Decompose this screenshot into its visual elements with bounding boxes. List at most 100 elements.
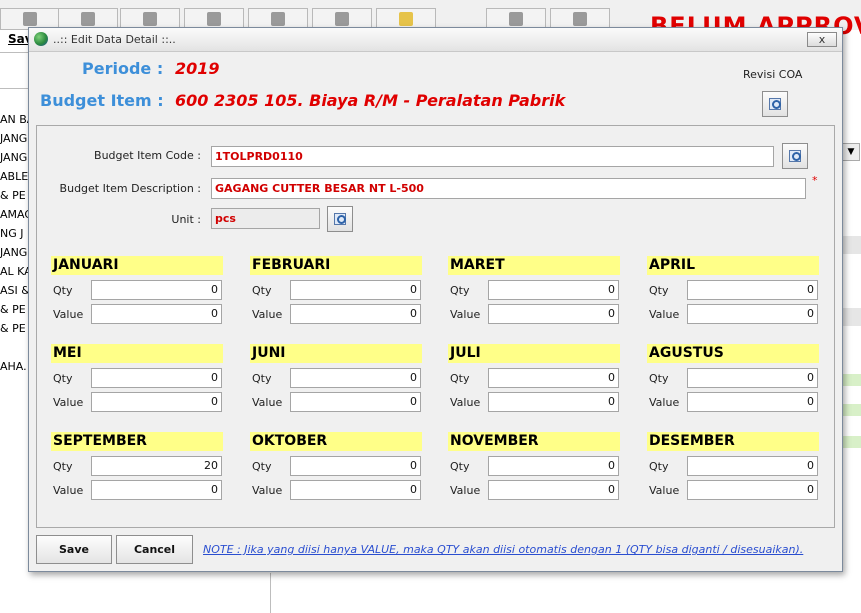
qty-input[interactable]: 0 xyxy=(488,368,619,388)
value-label: Value xyxy=(252,308,283,321)
month-header: DESEMBER xyxy=(647,432,819,451)
background-dropdown[interactable]: ▼ xyxy=(842,143,860,161)
dialog-title: ..:: Edit Data Detail ::.. xyxy=(53,33,176,46)
list-item xyxy=(0,338,30,357)
value-input[interactable]: 0 xyxy=(91,392,222,412)
qty-label: Qty xyxy=(252,284,272,297)
qty-input[interactable]: 20 xyxy=(91,456,222,476)
budget-item-code-field[interactable]: 1TOLPRD0110 xyxy=(211,146,774,167)
qty-label: Qty xyxy=(252,460,272,473)
save-button[interactable]: Save xyxy=(36,535,112,564)
list-item: AHA. xyxy=(0,360,27,373)
value-label: Value xyxy=(53,484,84,497)
close-icon: x xyxy=(818,33,826,46)
value-label: Value xyxy=(252,396,283,409)
month-header: JULI xyxy=(448,344,620,363)
month-april: APRIL Qty 0 Value 0 xyxy=(647,256,819,324)
close-button[interactable]: x xyxy=(807,32,837,47)
qty-label: Qty xyxy=(53,460,73,473)
revisi-coa-label: Revisi COA xyxy=(743,68,803,81)
list-item: JANG xyxy=(0,151,28,164)
month-header: MARET xyxy=(448,256,620,275)
value-input[interactable]: 0 xyxy=(488,304,619,324)
qty-input[interactable]: 0 xyxy=(290,280,421,300)
qty-input[interactable]: 0 xyxy=(488,280,619,300)
chevron-down-icon: ▼ xyxy=(847,147,855,157)
month-december: DESEMBER Qty 0 Value 0 xyxy=(647,432,819,500)
required-marker: * xyxy=(812,174,818,187)
value-input[interactable]: 0 xyxy=(687,392,818,412)
qty-label: Qty xyxy=(649,460,669,473)
qty-input[interactable]: 0 xyxy=(290,368,421,388)
print-icon xyxy=(207,12,221,26)
value-input[interactable]: 0 xyxy=(488,392,619,412)
budget-item-code-lookup-button[interactable] xyxy=(782,143,808,169)
budget-item-description-field[interactable]: GAGANG CUTTER BESAR NT L-500 xyxy=(211,178,806,199)
list-item: JANG xyxy=(0,132,28,145)
value-input[interactable]: 0 xyxy=(488,480,619,500)
budget-item-value: 600 2305 105. Biaya R/M - Peralatan Pabr… xyxy=(175,91,566,110)
list-item: & PE xyxy=(0,189,26,202)
list-item: AN BA xyxy=(0,113,30,126)
list-item: ASI & xyxy=(0,284,30,297)
month-january: JANUARI Qty 0 Value 0 xyxy=(51,256,223,324)
month-header: JANUARI xyxy=(51,256,223,275)
month-header: FEBRUARI xyxy=(250,256,422,275)
qty-input[interactable]: 0 xyxy=(687,280,818,300)
unit-field[interactable]: pcs xyxy=(211,208,320,229)
value-input[interactable]: 0 xyxy=(687,304,818,324)
cancel-button[interactable]: Cancel xyxy=(116,535,193,564)
periode-label: Periode : xyxy=(82,59,164,78)
qty-label: Qty xyxy=(649,284,669,297)
value-input[interactable]: 0 xyxy=(290,392,421,412)
divider xyxy=(0,88,28,89)
pencil-icon xyxy=(23,12,37,26)
qty-input[interactable]: 0 xyxy=(488,456,619,476)
qty-input[interactable]: 0 xyxy=(290,456,421,476)
month-july: JULI Qty 0 Value 0 xyxy=(448,344,620,412)
qty-label: Qty xyxy=(53,284,73,297)
value-input[interactable]: 0 xyxy=(91,480,222,500)
qty-input[interactable]: 0 xyxy=(687,368,818,388)
background-list: AN BA JANG JANG ABLE & PE AMAG NG J JANG… xyxy=(0,110,30,376)
unit-lookup-button[interactable] xyxy=(327,206,353,232)
qty-input[interactable]: 0 xyxy=(91,280,222,300)
qty-input[interactable]: 0 xyxy=(687,456,818,476)
month-header: AGUSTUS xyxy=(647,344,819,363)
month-header: APRIL xyxy=(647,256,819,275)
background-cell xyxy=(843,436,861,448)
month-february: FEBRUARI Qty 0 Value 0 xyxy=(250,256,422,324)
value-input[interactable]: 0 xyxy=(91,304,222,324)
budget-item-label: Budget Item : xyxy=(40,91,164,110)
value-label: Value xyxy=(450,396,481,409)
add-icon xyxy=(335,12,349,26)
month-may: MEI Qty 0 Value 0 xyxy=(51,344,223,412)
value-label: Value xyxy=(53,396,84,409)
budget-item-description-label: Budget Item Description : xyxy=(59,182,201,195)
month-header: SEPTEMBER xyxy=(51,432,223,451)
month-november: NOVEMBER Qty 0 Value 0 xyxy=(448,432,620,500)
search-icon xyxy=(334,213,346,225)
list-item: JANG xyxy=(0,246,28,259)
background-cell xyxy=(843,308,861,326)
periode-value: 2019 xyxy=(175,59,220,78)
divider xyxy=(270,573,271,613)
save-icon xyxy=(81,12,95,26)
export-icon xyxy=(509,12,523,26)
month-header: MEI xyxy=(51,344,223,363)
search-icon xyxy=(789,150,801,162)
qty-label: Qty xyxy=(450,284,470,297)
search-icon xyxy=(769,98,781,110)
value-input[interactable]: 0 xyxy=(687,480,818,500)
month-header: OKTOBER xyxy=(250,432,422,451)
value-input[interactable]: 0 xyxy=(290,480,421,500)
unit-label: Unit : xyxy=(171,213,201,226)
edit-data-detail-dialog: ..:: Edit Data Detail ::.. x Periode : 2… xyxy=(28,27,843,572)
qty-label: Qty xyxy=(53,372,73,385)
revisi-coa-button[interactable] xyxy=(762,91,788,117)
qty-label: Qty xyxy=(450,460,470,473)
background-cell xyxy=(843,404,861,416)
qty-input[interactable]: 0 xyxy=(91,368,222,388)
dialog-titlebar[interactable]: ..:: Edit Data Detail ::.. x xyxy=(29,28,842,52)
value-input[interactable]: 0 xyxy=(290,304,421,324)
